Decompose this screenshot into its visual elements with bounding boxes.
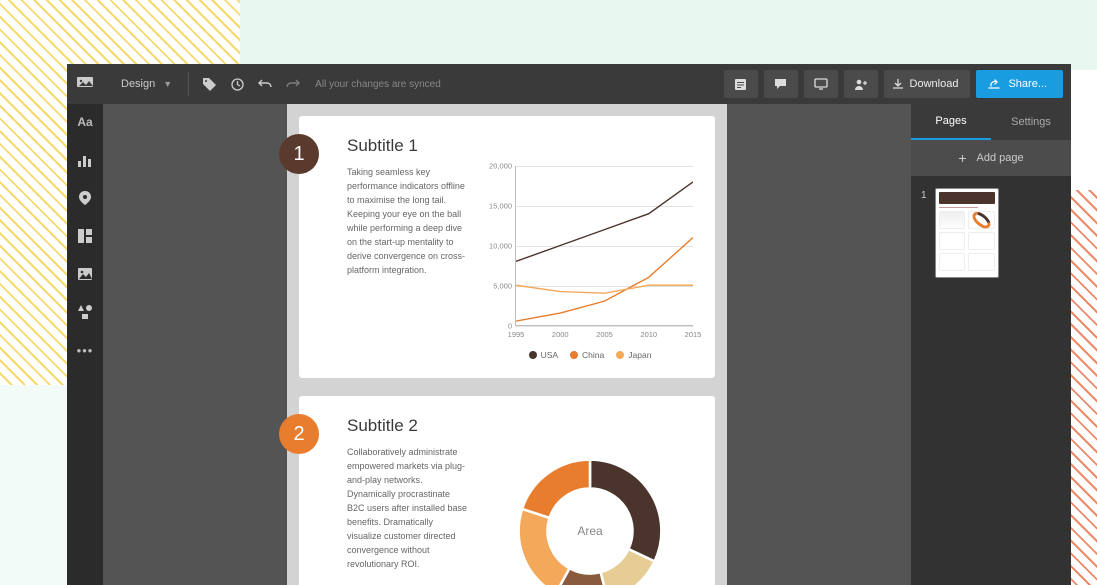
separator [188,72,189,96]
topbar: Design ▼ All your changes are synced [103,64,1071,104]
thumb-number: 1 [921,190,927,201]
subtitle-2[interactable]: Subtitle 2 [347,416,693,436]
line-chart-legend: USA China Japan [487,350,693,360]
tab-settings[interactable]: Settings [991,104,1071,140]
text-tool-icon[interactable]: Aa [73,110,97,134]
donut-chart[interactable]: Area [487,446,693,585]
bullet-1: 1 [279,134,319,174]
add-page-button[interactable]: + Add page [911,140,1071,176]
donut-center-label: Area [577,524,602,538]
present-icon[interactable] [804,70,838,98]
share-label: Share... [1008,78,1047,90]
subtitle-1[interactable]: Subtitle 1 [347,136,693,156]
map-tool-icon[interactable] [73,186,97,210]
shapes-tool-icon[interactable] [73,300,97,324]
download-button[interactable]: Download [884,70,971,98]
redo-icon[interactable] [279,70,307,98]
page: 1 Subtitle 1 Taking seamless key perform… [287,104,727,585]
card-1-body[interactable]: Taking seamless key performance indicato… [347,166,469,360]
history-icon[interactable] [223,70,251,98]
right-panel: Pages Settings + Add page 1 [911,104,1071,585]
card-2[interactable]: 2 Subtitle 2 Collaboratively administrat… [299,396,715,585]
image-tool-icon[interactable] [73,262,97,286]
layout-tool-icon[interactable] [73,224,97,248]
notes-icon[interactable] [724,70,758,98]
download-label: Download [910,78,959,90]
legend-item: USA [529,350,558,360]
decorative-mint-top [240,0,1097,70]
more-tools-icon[interactable]: ••• [73,338,97,362]
undo-icon[interactable] [251,70,279,98]
chart-tool-icon[interactable] [73,148,97,172]
sync-status: All your changes are synced [315,79,441,90]
card-1[interactable]: 1 Subtitle 1 Taking seamless key perform… [299,116,715,378]
left-toolbar: Aa ••• [67,104,103,585]
legend-item: China [570,350,604,360]
card-2-body[interactable]: Collaboratively administrate empowered m… [347,446,469,585]
app-window: Design ▼ All your changes are synced [67,64,1071,585]
page-thumbnail-1[interactable] [935,188,999,278]
chevron-down-icon: ▼ [163,79,172,89]
plus-icon: + [958,150,966,166]
comment-icon[interactable] [764,70,798,98]
tab-pages[interactable]: Pages [911,104,991,140]
app-logo-icon[interactable] [67,64,103,104]
mode-dropdown[interactable]: Design ▼ [111,78,182,90]
line-chart[interactable]: 05,00010,00015,00020,0001995200020052010… [487,166,693,360]
mode-label: Design [121,78,155,90]
add-user-icon[interactable] [844,70,878,98]
tag-icon[interactable] [195,70,223,98]
page-thumbnails: 1 [911,176,1071,290]
canvas[interactable]: 1 Subtitle 1 Taking seamless key perform… [103,104,911,585]
legend-item: Japan [616,350,651,360]
bullet-2: 2 [279,414,319,454]
panel-tabs: Pages Settings [911,104,1071,140]
add-page-label: Add page [977,152,1024,164]
share-button[interactable]: Share... [976,70,1063,98]
